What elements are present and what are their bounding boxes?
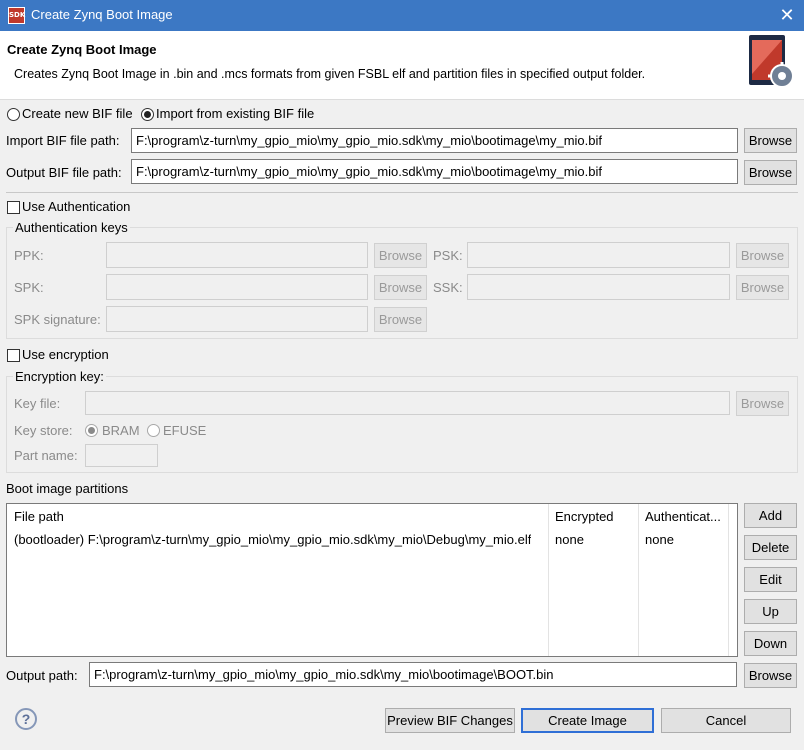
encryption-key-title: Encryption key: [13,369,106,384]
output-path-browse-button[interactable]: Browse [744,663,797,688]
create-new-bif-radio[interactable] [7,108,20,121]
bram-label[interactable]: BRAM [102,423,140,438]
ssk-browse-button[interactable]: Browse [736,275,789,300]
use-encryption-label[interactable]: Use encryption [22,347,109,362]
key-file-browse-button[interactable]: Browse [736,391,789,416]
table-row[interactable]: (bootloader) F:\program\z-turn\my_gpio_m… [7,530,737,550]
move-down-button[interactable]: Down [744,631,797,656]
ssk-label: SSK: [433,280,463,295]
import-existing-bif-label[interactable]: Import from existing BIF file [156,106,314,121]
header-title: Create Zynq Boot Image [7,42,157,57]
add-partition-button[interactable]: Add [744,503,797,528]
import-bif-browse-button[interactable]: Browse [744,128,797,153]
dialog-header: Create Zynq Boot Image Creates Zynq Boot… [0,31,804,100]
header-description: Creates Zynq Boot Image in .bin and .mcs… [14,67,646,81]
key-store-label: Key store: [14,423,73,438]
output-bif-browse-button[interactable]: Browse [744,160,797,185]
authentication-keys-title: Authentication keys [13,220,130,235]
move-up-button[interactable]: Up [744,599,797,624]
spk-browse-button[interactable]: Browse [374,275,427,300]
row-encrypted: none [555,532,584,547]
window-title: Create Zynq Boot Image [31,7,173,22]
separator [6,192,798,193]
help-icon[interactable]: ? [15,708,37,730]
create-image-button[interactable]: Create Image [521,708,654,733]
output-bif-label: Output BIF file path: [6,165,122,180]
column-header-file-path[interactable]: File path [14,509,64,524]
create-new-bif-label[interactable]: Create new BIF file [22,106,133,121]
spk-signature-browse-button[interactable]: Browse [374,307,427,332]
column-separator [638,504,639,656]
import-bif-path-input[interactable]: F:\program\z-turn\my_gpio_mio\my_gpio_mi… [131,128,738,153]
bram-radio[interactable] [85,424,98,437]
row-authenticated: none [645,532,674,547]
boot-image-gear-icon [749,35,796,90]
row-file-path: (bootloader) F:\program\z-turn\my_gpio_m… [14,532,532,547]
import-bif-label: Import BIF file path: [6,133,120,148]
delete-partition-button[interactable]: Delete [744,535,797,560]
sdk-app-icon: SDK [8,7,25,24]
import-existing-bif-radio[interactable] [141,108,154,121]
ppk-label: PPK: [14,248,44,263]
efuse-label[interactable]: EFUSE [163,423,206,438]
spk-signature-input[interactable] [106,306,368,332]
part-name-input[interactable] [85,444,158,467]
partitions-table[interactable]: File path Encrypted Authenticat... (boot… [6,503,738,657]
use-authentication-label[interactable]: Use Authentication [22,199,130,214]
output-path-label: Output path: [6,668,78,683]
efuse-radio[interactable] [147,424,160,437]
close-icon[interactable]: ✕ [770,3,804,28]
part-name-label: Part name: [14,448,78,463]
edit-partition-button[interactable]: Edit [744,567,797,592]
ppk-browse-button[interactable]: Browse [374,243,427,268]
psk-browse-button[interactable]: Browse [736,243,789,268]
boot-image-partitions-label: Boot image partitions [6,481,129,496]
key-file-input[interactable] [85,391,730,415]
use-authentication-checkbox[interactable] [7,201,20,214]
psk-input[interactable] [467,242,730,268]
column-header-authenticated[interactable]: Authenticat... [645,509,727,524]
ssk-input[interactable] [467,274,730,300]
ppk-input[interactable] [106,242,368,268]
column-header-encrypted[interactable]: Encrypted [555,509,614,524]
column-separator [728,504,729,656]
key-file-label: Key file: [14,396,61,411]
column-separator [548,504,549,656]
cancel-button[interactable]: Cancel [661,708,791,733]
preview-bif-changes-button[interactable]: Preview BIF Changes [385,708,515,733]
spk-label: SPK: [14,280,44,295]
spk-input[interactable] [106,274,368,300]
spk-signature-label: SPK signature: [14,312,101,327]
use-encryption-checkbox[interactable] [7,349,20,362]
output-path-input[interactable]: F:\program\z-turn\my_gpio_mio\my_gpio_mi… [89,662,737,687]
psk-label: PSK: [433,248,463,263]
output-bif-path-input[interactable]: F:\program\z-turn\my_gpio_mio\my_gpio_mi… [131,159,738,184]
